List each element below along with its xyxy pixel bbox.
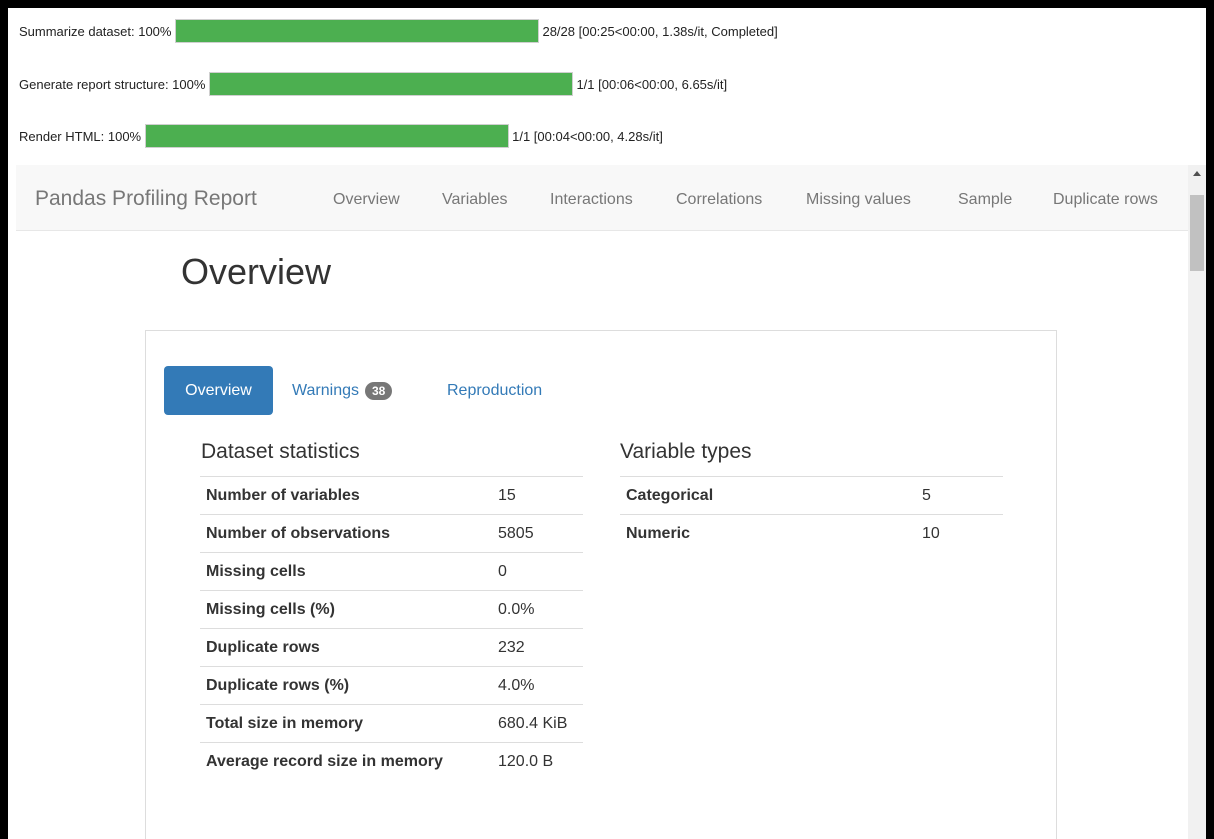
- vertical-scrollbar[interactable]: [1188, 165, 1206, 839]
- stat-key: Missing cells: [200, 552, 492, 591]
- progress-bar: [209, 72, 574, 96]
- table-row: Numeric 10: [620, 515, 1003, 553]
- nav-item-correlations[interactable]: Correlations: [676, 191, 762, 209]
- type-value: 5: [916, 476, 1003, 515]
- table-row: Missing cells 0: [200, 552, 583, 591]
- tab-reproduction[interactable]: Reproduction: [447, 366, 542, 415]
- progress-row-summarize: Summarize dataset: 100% 28/28 [00:25<00:…: [19, 18, 778, 44]
- progress-row-render: Render HTML: 100% 1/1 [00:04<00:00, 4.28…: [19, 123, 663, 149]
- table-row: Duplicate rows (%) 4.0%: [200, 666, 583, 705]
- tab-overview[interactable]: Overview: [164, 366, 273, 415]
- stat-key: Average record size in memory: [206, 752, 443, 770]
- progress-fill: [176, 20, 539, 42]
- dataset-statistics-table: Number of variables 15 Number of observat…: [200, 476, 583, 781]
- table-row: Duplicate rows 232: [200, 628, 583, 667]
- stat-value: 232: [492, 628, 583, 667]
- type-value: 10: [922, 524, 940, 542]
- report-navbar: Pandas Profiling Report Overview Variabl…: [16, 165, 1188, 231]
- stat-key: Missing cells (%): [200, 590, 492, 629]
- type-key: Numeric: [626, 524, 691, 542]
- progress-fill: [146, 125, 509, 147]
- stat-key: Duplicate rows: [200, 628, 492, 667]
- table-row: Total size in memory 680.4 KiB: [200, 704, 583, 743]
- table-row: Missing cells (%) 0.0%: [200, 590, 583, 629]
- dataset-statistics-title: Dataset statistics: [201, 440, 360, 463]
- nav-item-sample[interactable]: Sample: [958, 191, 1012, 209]
- nav-item-duplicate-rows[interactable]: Duplicate rows: [1053, 191, 1158, 209]
- progress-row-generate: Generate report structure: 100% 1/1 [00:…: [19, 71, 727, 97]
- tab-warnings[interactable]: Warnings 38: [292, 366, 393, 415]
- stat-key: Number of observations: [200, 514, 492, 553]
- progress-label: Render HTML: 100%: [19, 128, 142, 144]
- progress-bar: [145, 124, 510, 148]
- stat-value: 680.4 KiB: [492, 704, 583, 743]
- table-row: Average record size in memory 120.0 B: [200, 743, 583, 781]
- progress-bar: [175, 19, 540, 43]
- warnings-count-badge: 38: [364, 381, 393, 400]
- nav-item-overview[interactable]: Overview: [333, 191, 400, 209]
- type-key: Categorical: [620, 476, 916, 515]
- table-row: Number of variables 15: [200, 476, 583, 515]
- stat-key: Number of variables: [200, 476, 492, 515]
- progress-info: 28/28 [00:25<00:00, 1.38s/it, Completed]: [542, 23, 778, 39]
- stat-key: Total size in memory: [200, 704, 492, 743]
- progress-label: Generate report structure: 100%: [19, 76, 206, 92]
- progress-info: 1/1 [00:04<00:00, 4.28s/it]: [512, 128, 663, 144]
- progress-label: Summarize dataset: 100%: [19, 23, 172, 39]
- variable-types-title: Variable types: [620, 440, 752, 463]
- progress-fill: [210, 73, 573, 95]
- tab-warnings-label: Warnings: [292, 381, 359, 399]
- report-iframe[interactable]: Pandas Profiling Report Overview Variabl…: [16, 165, 1206, 839]
- variable-types-table: Categorical 5 Numeric 10: [620, 476, 1003, 553]
- stat-value: 5805: [492, 514, 583, 553]
- stat-value: 0: [492, 552, 583, 591]
- notebook-output-area: Summarize dataset: 100% 28/28 [00:25<00:…: [8, 8, 1206, 839]
- stat-value: 0.0%: [492, 590, 583, 629]
- table-row: Number of observations 5805: [200, 514, 583, 553]
- table-row: Categorical 5: [620, 476, 1003, 515]
- stat-value: 15: [492, 476, 583, 515]
- stat-value: 120.0 B: [498, 752, 554, 770]
- progress-info: 1/1 [00:06<00:00, 6.65s/it]: [576, 76, 728, 92]
- scroll-thumb[interactable]: [1190, 195, 1204, 271]
- arrow-up-icon: [1193, 171, 1201, 176]
- nav-item-interactions[interactable]: Interactions: [550, 191, 633, 209]
- nav-item-variables[interactable]: Variables: [442, 191, 508, 209]
- stat-key: Duplicate rows (%): [200, 666, 492, 705]
- stat-value: 4.0%: [492, 666, 583, 705]
- report-brand[interactable]: Pandas Profiling Report: [35, 187, 257, 211]
- overview-panel: Overview Warnings 38 Reproduction Datase…: [145, 330, 1057, 839]
- nav-item-missing-values[interactable]: Missing values: [806, 191, 911, 209]
- scroll-up-button[interactable]: [1188, 165, 1206, 182]
- page-title: Overview: [181, 251, 332, 292]
